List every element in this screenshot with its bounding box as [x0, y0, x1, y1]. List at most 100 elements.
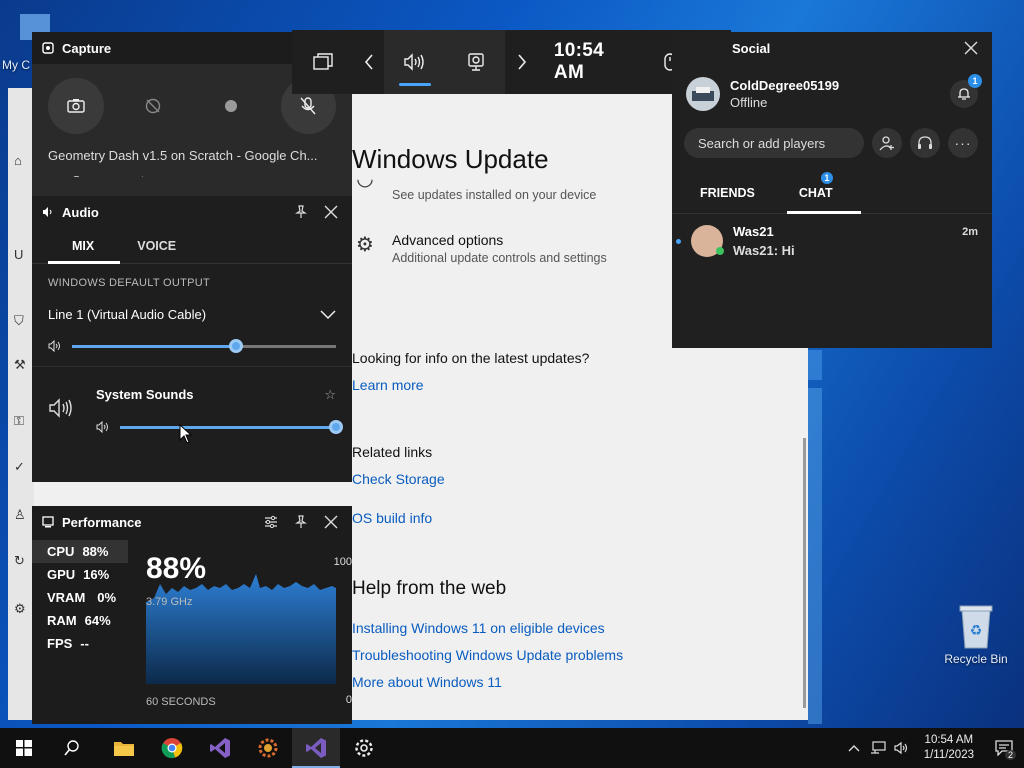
advanced-options-sub: Additional update controls and settings [392, 251, 607, 265]
search-button[interactable] [48, 728, 96, 768]
settings-scrollbar[interactable] [803, 438, 806, 708]
monitor-icon [42, 516, 54, 528]
performance-title: Performance [62, 514, 142, 530]
previous-button[interactable] [354, 30, 383, 94]
start-button[interactable] [0, 728, 48, 768]
chat-list-item[interactable]: Was21 Was21: Hi 2m [672, 214, 992, 268]
pin-icon[interactable] [290, 511, 312, 533]
headset-icon [918, 136, 932, 149]
notification-count: 2 [1004, 750, 1016, 760]
add-person-icon [879, 136, 894, 151]
check-storage-link[interactable]: Check Storage [352, 471, 445, 487]
volume-icon [96, 421, 108, 433]
notifications-button[interactable]: 1 [950, 74, 982, 108]
close-icon[interactable] [320, 201, 342, 223]
metric-fps[interactable]: FPS -- [32, 632, 128, 655]
taskbar-visual-studio[interactable] [196, 728, 244, 768]
tab-voice[interactable]: VOICE [120, 228, 193, 263]
taskbar-clock[interactable]: 10:54 AM 1/11/2023 [914, 733, 984, 763]
network-tray[interactable] [866, 728, 890, 768]
volume-tray[interactable] [890, 728, 914, 768]
next-button[interactable] [505, 30, 540, 94]
see-my-captures-link[interactable]: See my captures [32, 163, 352, 177]
chrome-icon [161, 738, 183, 759]
tab-chat[interactable]: CHAT 1 [786, 172, 861, 214]
metric-ram[interactable]: RAM 64% [32, 609, 128, 632]
party-chat-button[interactable] [910, 128, 940, 158]
performance-toggle-button[interactable] [446, 30, 505, 94]
desktop-icon-recycle-bin[interactable]: ♻ Recycle Bin [938, 598, 1014, 670]
os-build-info-link[interactable]: OS build info [352, 510, 432, 526]
audio-icon [404, 53, 424, 71]
record-last-30s-button[interactable] [126, 78, 182, 134]
section-initial: U [14, 247, 24, 262]
metric-vram[interactable]: VRAM 0% [32, 586, 128, 609]
output-device-select[interactable]: Line 1 (Virtual Audio Cable) [32, 289, 352, 322]
search-icon [64, 740, 79, 756]
taskbar-chrome[interactable] [148, 728, 196, 768]
audio-toggle-button[interactable] [383, 30, 447, 94]
close-icon[interactable] [320, 511, 342, 533]
master-volume-thumb[interactable] [228, 338, 243, 353]
action-center-button[interactable]: 2 [984, 728, 1024, 768]
help-link-more[interactable]: More about Windows 11 [352, 674, 502, 690]
taskbar-vscode[interactable] [292, 728, 340, 768]
metric-gpu[interactable]: GPU 16% [32, 563, 128, 586]
help-link-install[interactable]: Installing Windows 11 on eligible device… [352, 620, 605, 636]
social-widget: Social ColdDegree05199 Offline 1 Search … [672, 32, 992, 348]
taskbar-file-explorer[interactable] [100, 728, 148, 768]
clock-time: 10:54 AM [924, 734, 974, 746]
system-sounds-volume-thumb[interactable] [329, 419, 343, 434]
page-title: Windows Update [352, 144, 549, 174]
update-history-row[interactable]: ◡ See updates installed on your device [352, 176, 596, 202]
volume-icon [48, 340, 60, 352]
help-heading: Help from the web [352, 578, 507, 599]
current-user: ColdDegree05199 Offline 1 [672, 64, 992, 124]
master-volume-slider[interactable] [72, 338, 336, 353]
home-icon[interactable]: ⌂ [14, 154, 28, 168]
pin-icon[interactable] [290, 201, 312, 223]
visual-studio-icon [210, 738, 230, 758]
help-link-troubleshoot[interactable]: Troubleshooting Windows Update problems [352, 647, 623, 663]
record-last-icon-disabled [146, 98, 161, 114]
options-sliders-icon[interactable] [260, 511, 282, 533]
social-tabs: FRIENDS CHAT 1 [672, 158, 992, 214]
avatar[interactable] [686, 77, 720, 111]
camera-icon [67, 99, 85, 113]
widget-menu-button[interactable] [292, 30, 354, 94]
speaker-icon [43, 207, 52, 217]
key-icon[interactable]: ⚿ [14, 414, 28, 428]
search-players-input[interactable]: Search or add players [684, 128, 864, 158]
gear-small-icon[interactable]: ⚙ [14, 602, 28, 616]
screenshot-button[interactable] [48, 78, 104, 134]
check-circle-icon[interactable]: ✓ [14, 460, 28, 474]
next-icon [518, 54, 527, 70]
record-dot-icon [224, 100, 237, 112]
add-friend-button[interactable] [872, 128, 902, 158]
sync-icon[interactable]: ↻ [14, 554, 28, 568]
online-indicator [716, 247, 724, 255]
bell-icon [958, 88, 970, 100]
capture-app-name: Geometry Dash v1.5 on Scratch - Google C… [48, 148, 318, 163]
advanced-options-row[interactable]: ⚙ Advanced options Additional update con… [352, 232, 607, 265]
close-icon[interactable] [960, 37, 982, 59]
system-sounds-volume-slider[interactable] [120, 419, 343, 434]
desktop-light-beam [808, 388, 822, 724]
performance-widget: Performance CPU 88% GPU 16% VRAM 0% RAM 64% … [32, 506, 352, 724]
person-icon[interactable]: ♙ [14, 508, 28, 522]
metric-cpu[interactable]: CPU 88% [32, 540, 128, 563]
favorite-star-icon[interactable]: ☆ [324, 387, 336, 403]
system-sounds-icon [48, 387, 80, 433]
shield-icon[interactable]: ⛉ [14, 314, 28, 328]
taskbar-settings[interactable] [340, 728, 388, 768]
show-hidden-icons[interactable] [842, 728, 866, 768]
start-recording-button[interactable] [203, 78, 259, 134]
unread-dot [676, 238, 681, 244]
more-options-button[interactable]: ··· [948, 128, 978, 158]
tab-friends[interactable]: FRIENDS [688, 174, 767, 213]
taskbar-gear-app[interactable] [244, 728, 292, 768]
learn-more-link[interactable]: Learn more [352, 377, 424, 393]
wrench-icon[interactable]: ⚒ [14, 358, 28, 372]
tab-mix[interactable]: MIX [32, 228, 121, 264]
desktop-light-beam [808, 350, 822, 380]
